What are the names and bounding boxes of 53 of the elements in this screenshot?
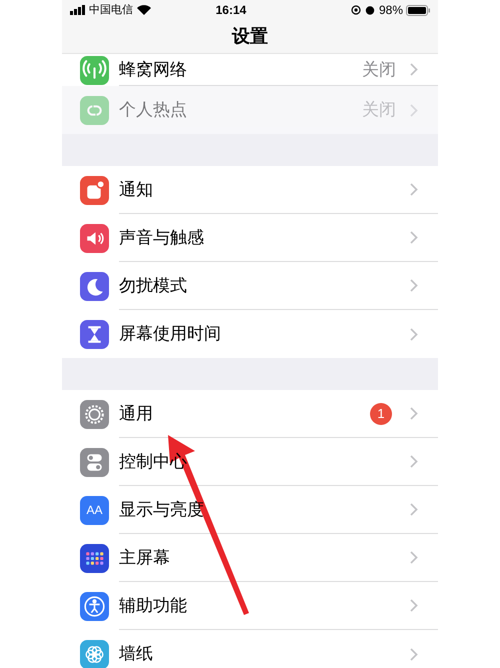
toggles-icon bbox=[80, 448, 109, 476]
chevron-icon bbox=[410, 407, 418, 420]
clock-time: 16:14 bbox=[214, 2, 248, 19]
chevron-icon bbox=[410, 599, 418, 612]
battery-icon bbox=[406, 4, 430, 16]
settings-row[interactable]: 主屏幕 bbox=[62, 534, 438, 582]
row-label: 主屏幕 bbox=[119, 548, 170, 566]
signal-icon bbox=[70, 5, 86, 15]
hourglass-icon bbox=[80, 320, 109, 348]
chevron-icon bbox=[410, 231, 418, 244]
chevron-icon bbox=[410, 648, 418, 660]
settings-row[interactable]: 屏幕使用时间 bbox=[62, 310, 438, 358]
chevron-icon bbox=[410, 63, 418, 76]
wifi-icon bbox=[137, 5, 151, 15]
chevron-icon bbox=[410, 183, 418, 196]
row-value: 关闭 bbox=[362, 58, 396, 81]
row-label: 屏幕使用时间 bbox=[119, 324, 221, 343]
settings-row[interactable]: 勿扰模式 bbox=[62, 262, 438, 310]
chevron-icon bbox=[410, 328, 418, 340]
row-label: 蜂窝网络 bbox=[119, 60, 187, 78]
chevron-icon bbox=[410, 551, 418, 564]
gear-icon bbox=[80, 400, 109, 428]
battery-percent: 98% bbox=[378, 2, 403, 19]
moon-icon bbox=[80, 272, 109, 300]
row-label: 勿扰模式 bbox=[119, 276, 187, 294]
chevron-icon bbox=[410, 279, 418, 292]
text-size-icon: AA bbox=[80, 496, 109, 524]
app-grid-icon bbox=[80, 544, 109, 572]
row-value: 关闭 bbox=[362, 99, 396, 122]
settings-row[interactable]: 蜂窝网络 关闭 bbox=[62, 54, 438, 86]
settings-row[interactable]: 辅助功能 bbox=[62, 582, 438, 630]
chevron-icon bbox=[410, 455, 418, 468]
row-label: 通知 bbox=[119, 180, 153, 198]
antenna-icon bbox=[80, 56, 109, 84]
speaker-icon bbox=[80, 224, 109, 252]
row-label: 墙纸 bbox=[119, 644, 153, 663]
settings-row[interactable]: 通用 1 bbox=[62, 390, 438, 438]
person-icon bbox=[80, 592, 109, 620]
notification-badge: 1 bbox=[370, 402, 392, 424]
settings-row[interactable]: 通知 bbox=[62, 166, 438, 214]
row-label: 声音与触感 bbox=[119, 228, 204, 246]
page-title: 设置 bbox=[232, 25, 268, 48]
notification-icon bbox=[80, 176, 109, 204]
link-icon bbox=[80, 96, 109, 124]
settings-row[interactable]: 声音与触感 bbox=[62, 214, 438, 262]
row-label: 通用 bbox=[119, 404, 153, 422]
flower-icon bbox=[80, 640, 109, 668]
chevron-icon bbox=[410, 503, 418, 516]
row-label: 辅助功能 bbox=[119, 596, 187, 614]
row-label: 个人热点 bbox=[119, 100, 187, 119]
settings-row[interactable]: 墙纸 bbox=[62, 630, 438, 668]
carrier-name: 中国电信 bbox=[89, 2, 133, 18]
chevron-icon bbox=[410, 104, 418, 116]
